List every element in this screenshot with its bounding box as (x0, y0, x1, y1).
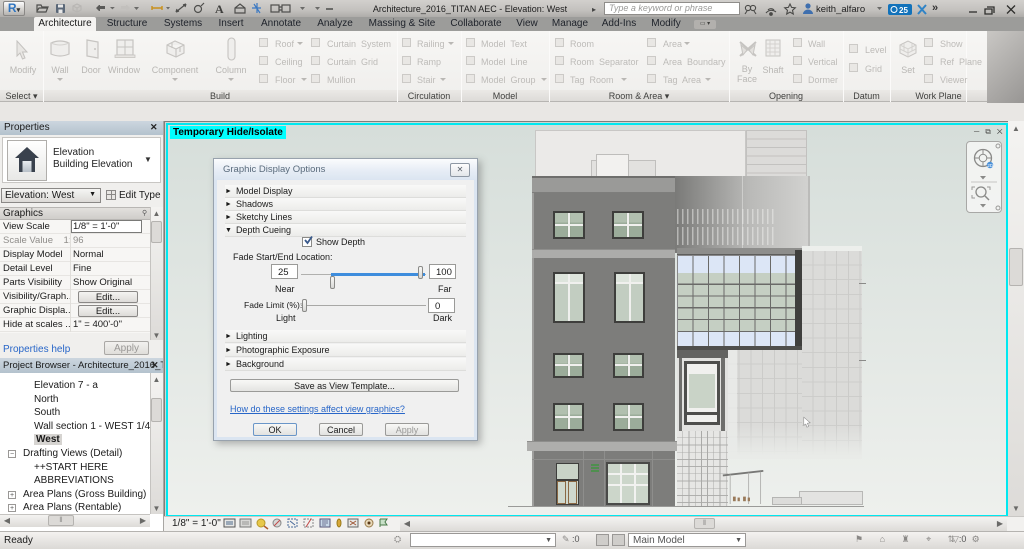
svg-text:A: A (215, 2, 224, 16)
svg-text:25: 25 (899, 6, 908, 15)
svg-text:keith_alfaro: keith_alfaro (816, 4, 865, 15)
svg-text:2D: 2D (987, 163, 994, 168)
